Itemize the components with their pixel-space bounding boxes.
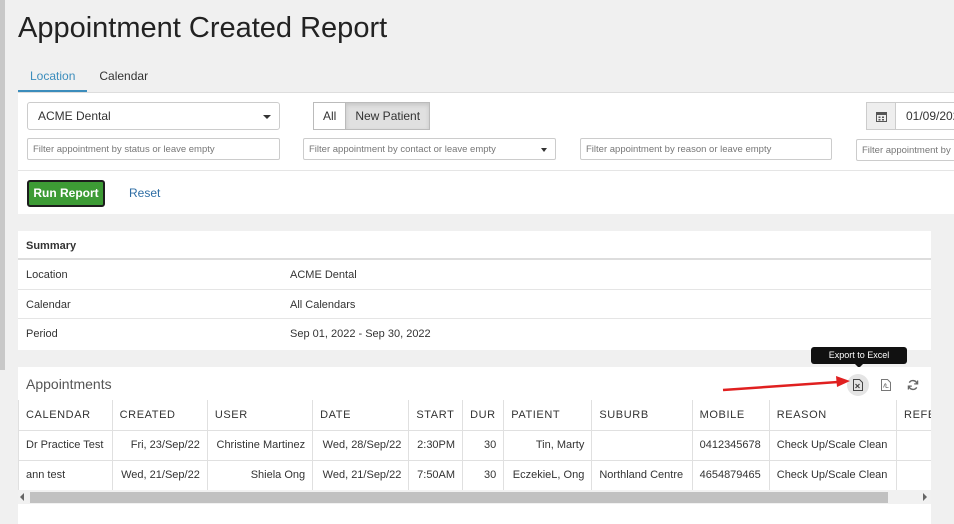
summary-panel: Summary Location ACME Dental Calendar Al… bbox=[18, 231, 931, 350]
tab-bar: Location Calendar bbox=[18, 60, 160, 92]
cell-mobile: 4654879465 bbox=[691, 459, 770, 491]
col-reason[interactable]: REASON bbox=[768, 400, 898, 431]
col-date[interactable]: DATE bbox=[312, 400, 410, 431]
summary-row: Calendar All Calendars bbox=[18, 290, 931, 319]
col-patient[interactable]: PATIENT bbox=[503, 400, 593, 431]
date-picker[interactable]: 01/09/2022 bbox=[866, 102, 954, 130]
run-report-button[interactable]: Run Report bbox=[27, 180, 105, 207]
cell-patient: EczekieL, Ong bbox=[503, 459, 593, 491]
contact-filter-placeholder: Filter appointment by contact or leave e… bbox=[309, 144, 496, 155]
contact-filter-select[interactable]: Filter appointment by contact or leave e… bbox=[303, 138, 556, 160]
appointments-table: CALENDAR CREATED USER DATE START DUR PAT… bbox=[18, 400, 931, 491]
summary-value: Sep 01, 2022 - Sep 30, 2022 bbox=[290, 328, 431, 340]
scroll-right-icon[interactable] bbox=[923, 493, 927, 501]
col-user[interactable]: USER bbox=[206, 400, 314, 431]
cell-referral bbox=[896, 429, 931, 461]
pdf-export-icon[interactable] bbox=[875, 374, 897, 396]
appointments-panel: Appointments CALENDAR CREATED USER DATE … bbox=[18, 367, 931, 524]
export-tooltip: Export to Excel bbox=[811, 347, 907, 368]
cell-date: Wed, 21/Sep/22 bbox=[312, 459, 410, 491]
extra-filter-input[interactable]: Filter appointment by bbox=[856, 139, 954, 161]
col-suburb[interactable]: SUBURB bbox=[591, 400, 693, 431]
cell-user: Christine Martinez bbox=[206, 429, 314, 461]
cell-start: 2:30PM bbox=[408, 429, 464, 461]
table-row[interactable]: ann test Wed, 21/Sep/22 Shiela Ong Wed, … bbox=[18, 459, 931, 491]
chevron-down-icon bbox=[541, 148, 547, 152]
tab-calendar[interactable]: Calendar bbox=[87, 60, 160, 92]
summary-row: Period Sep 01, 2022 - Sep 30, 2022 bbox=[18, 319, 931, 349]
cell-user: Shiela Ong bbox=[206, 459, 314, 491]
col-referral[interactable]: REFERR bbox=[896, 400, 931, 431]
left-scroll-indicator bbox=[0, 0, 5, 370]
summary-value: ACME Dental bbox=[290, 269, 357, 281]
cell-start: 7:50AM bbox=[408, 459, 464, 491]
summary-heading: Summary bbox=[18, 231, 931, 260]
cell-created: Fri, 23/Sep/22 bbox=[111, 429, 208, 461]
cell-created: Wed, 21/Sep/22 bbox=[111, 459, 208, 491]
summary-value: All Calendars bbox=[290, 298, 356, 311]
reason-filter-input[interactable]: Filter appointment by reason or leave em… bbox=[580, 138, 832, 160]
cell-dur: 30 bbox=[462, 429, 505, 461]
location-select[interactable]: ACME Dental bbox=[27, 102, 280, 130]
status-filter-input[interactable]: Filter appointment by status or leave em… bbox=[27, 138, 280, 160]
summary-key: Calendar bbox=[26, 298, 71, 311]
scroll-left-icon[interactable] bbox=[20, 493, 24, 501]
cell-suburb bbox=[591, 429, 693, 461]
calendar-icon[interactable] bbox=[866, 102, 896, 130]
reset-link[interactable]: Reset bbox=[129, 186, 160, 200]
summary-key: Period bbox=[26, 328, 58, 340]
cell-dur: 30 bbox=[462, 459, 505, 491]
horizontal-scrollbar[interactable] bbox=[18, 490, 931, 504]
scrollbar-thumb[interactable] bbox=[30, 492, 888, 503]
patient-type-toggle: All New Patient bbox=[313, 102, 431, 130]
appointments-heading: Appointments bbox=[26, 376, 112, 392]
tab-location[interactable]: Location bbox=[18, 60, 88, 92]
col-created[interactable]: CREATED bbox=[111, 400, 208, 431]
cell-reason: Check Up/Scale Clean bbox=[768, 459, 898, 491]
cell-referral bbox=[896, 459, 931, 491]
toggle-all-button[interactable]: All bbox=[313, 102, 347, 130]
cell-mobile: 0412345678 bbox=[691, 429, 770, 461]
table-row[interactable]: Dr Practice Test Fri, 23/Sep/22 Christin… bbox=[18, 429, 931, 461]
table-header-row: CALENDAR CREATED USER DATE START DUR PAT… bbox=[18, 400, 931, 431]
summary-key: Location bbox=[26, 269, 68, 281]
col-mobile[interactable]: MOBILE bbox=[691, 400, 770, 431]
refresh-icon[interactable] bbox=[902, 374, 924, 396]
summary-row: Location ACME Dental bbox=[18, 260, 931, 290]
col-dur[interactable]: DUR bbox=[462, 400, 505, 431]
filter-panel: ACME Dental All New Patient 01/09/2022 F… bbox=[18, 92, 954, 214]
cell-suburb: Northland Centre bbox=[591, 459, 693, 491]
col-start[interactable]: START bbox=[408, 400, 464, 431]
toggle-new-patient-button[interactable]: New Patient bbox=[346, 102, 431, 130]
date-input[interactable]: 01/09/2022 bbox=[896, 102, 954, 130]
panel-divider bbox=[18, 170, 954, 171]
cell-calendar: ann test bbox=[18, 459, 113, 491]
chevron-down-icon bbox=[263, 115, 271, 119]
excel-export-icon[interactable] bbox=[847, 374, 869, 396]
page: Appointment Created Report Location Cale… bbox=[8, 0, 954, 524]
page-title: Appointment Created Report bbox=[18, 12, 388, 44]
location-select-value: ACME Dental bbox=[38, 109, 111, 123]
cell-patient: Tin, Marty bbox=[503, 429, 593, 461]
cell-calendar: Dr Practice Test bbox=[18, 429, 113, 461]
col-calendar[interactable]: CALENDAR bbox=[18, 400, 113, 431]
cell-date: Wed, 28/Sep/22 bbox=[312, 429, 410, 461]
cell-reason: Check Up/Scale Clean bbox=[768, 429, 898, 461]
